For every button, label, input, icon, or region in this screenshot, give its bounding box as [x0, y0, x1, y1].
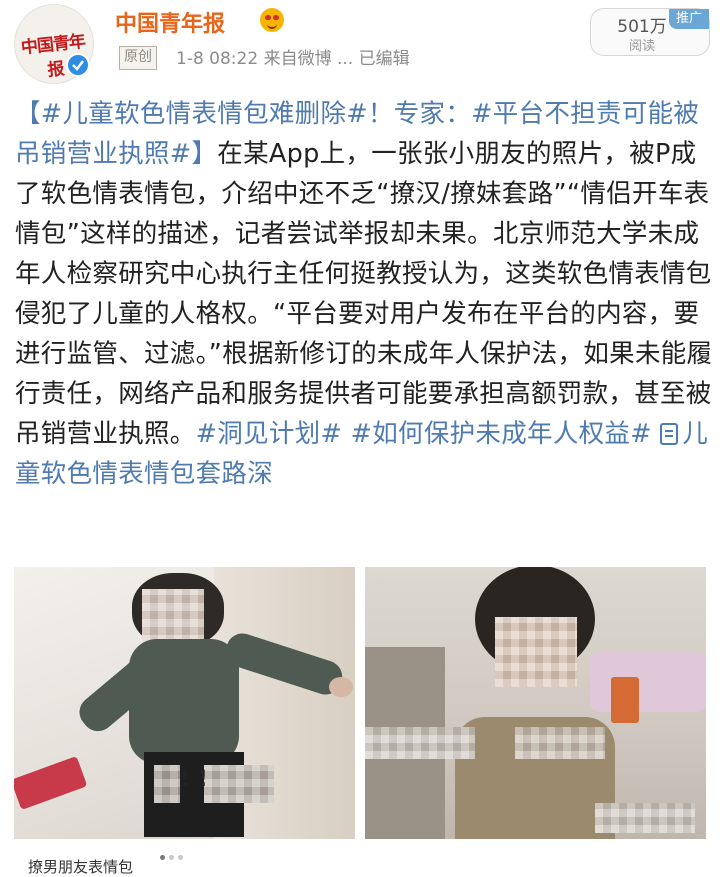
read-count-box: 501万 阅读 推广 [590, 8, 710, 56]
post-text: 在某App上，一张张小朋友的照片，被P成了软色情表情包，介绍中还不乏“撩汉/撩妹… [15, 139, 713, 449]
post-meta: 1-8 08:22 来自微博 ... 已编辑 [176, 49, 410, 69]
image-title: 撩男朋友表情包 [28, 858, 134, 876]
hashtag-link[interactable]: #如何保护未成年人权益# [351, 419, 652, 449]
hashtag-link[interactable]: #洞见计划# [196, 419, 343, 449]
account-name[interactable]: 中国青年报 [115, 6, 225, 38]
image-caption: ! ! [180, 767, 208, 792]
original-badge: 原创 [119, 46, 157, 70]
post-header: 中国青年报 中国青年报 原创 1-8 08:22 来自微博 ... 已编辑 50… [0, 0, 720, 92]
post-body: 【#儿童软色情表情包难删除#！专家：#平台不担责可能被吊销营业执照#】在某App… [15, 94, 715, 494]
doc-link-icon [660, 423, 679, 445]
carousel-dots [160, 845, 230, 860]
verified-icon [66, 53, 90, 77]
post-image-2[interactable] [365, 567, 706, 839]
post-image-1[interactable]: ! ! [14, 567, 355, 839]
read-label: 阅读 [628, 39, 655, 54]
promo-badge[interactable]: 推广 [669, 9, 709, 29]
emoji-badge-icon [260, 8, 284, 32]
